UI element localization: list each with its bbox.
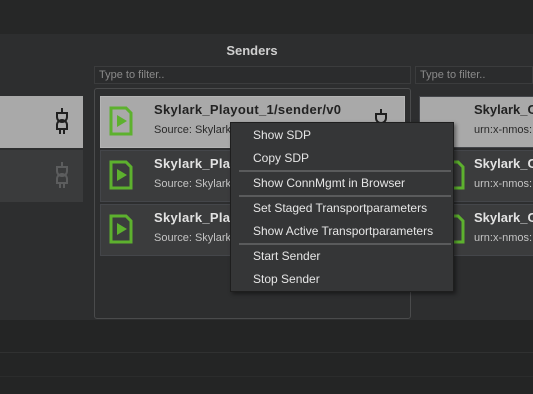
senders-filter-input[interactable] bbox=[94, 66, 411, 84]
menu-item-start-sender[interactable]: Start Sender bbox=[231, 245, 453, 267]
right-item-source: urn:x-nmos: bbox=[474, 178, 533, 190]
menu-item-show-active[interactable]: Show Active Transportparameters bbox=[231, 220, 453, 242]
section-title: Senders bbox=[226, 43, 278, 58]
left-list-item[interactable] bbox=[0, 96, 83, 148]
receivers-filter-input[interactable] bbox=[415, 66, 533, 84]
right-item-name: Skylark_C bbox=[474, 156, 533, 171]
sender-name: Skylark_Play bbox=[154, 210, 238, 225]
menu-item-show-sdp[interactable]: Show SDP bbox=[231, 124, 453, 146]
video-sender-icon bbox=[109, 106, 133, 136]
sender-name: Skylark_Play bbox=[154, 156, 238, 171]
top-bar bbox=[0, 0, 533, 34]
context-menu: Show SDP Copy SDP Show ConnMgmt in Brows… bbox=[230, 122, 454, 292]
video-sender-icon bbox=[109, 160, 133, 190]
right-item-source: urn:x-nmos: bbox=[474, 124, 533, 136]
sender-source: Source: Skylark bbox=[154, 178, 232, 190]
divider bbox=[0, 376, 533, 377]
menu-item-show-connmgmt[interactable]: Show ConnMgmt in Browser bbox=[231, 172, 453, 194]
sender-name: Skylark_Playout_1/sender/v0 bbox=[154, 102, 342, 117]
divider bbox=[0, 352, 533, 353]
right-item-name: Skylark_C bbox=[474, 102, 533, 117]
video-sender-icon bbox=[109, 214, 133, 244]
right-item-source: urn:x-nmos: bbox=[474, 232, 533, 244]
menu-item-set-staged[interactable]: Set Staged Transportparameters bbox=[231, 197, 453, 219]
plug-icon[interactable] bbox=[55, 162, 69, 188]
left-list-item[interactable] bbox=[0, 150, 83, 202]
sender-source: Source: Skylark bbox=[154, 232, 232, 244]
plug-icon[interactable] bbox=[55, 108, 69, 134]
bottom-bar bbox=[0, 320, 533, 394]
menu-item-stop-sender[interactable]: Stop Sender bbox=[231, 268, 453, 290]
right-item-name: Skylark_C bbox=[474, 210, 533, 225]
sender-source: Source: Skylark bbox=[154, 124, 232, 136]
menu-item-copy-sdp[interactable]: Copy SDP bbox=[231, 147, 453, 169]
